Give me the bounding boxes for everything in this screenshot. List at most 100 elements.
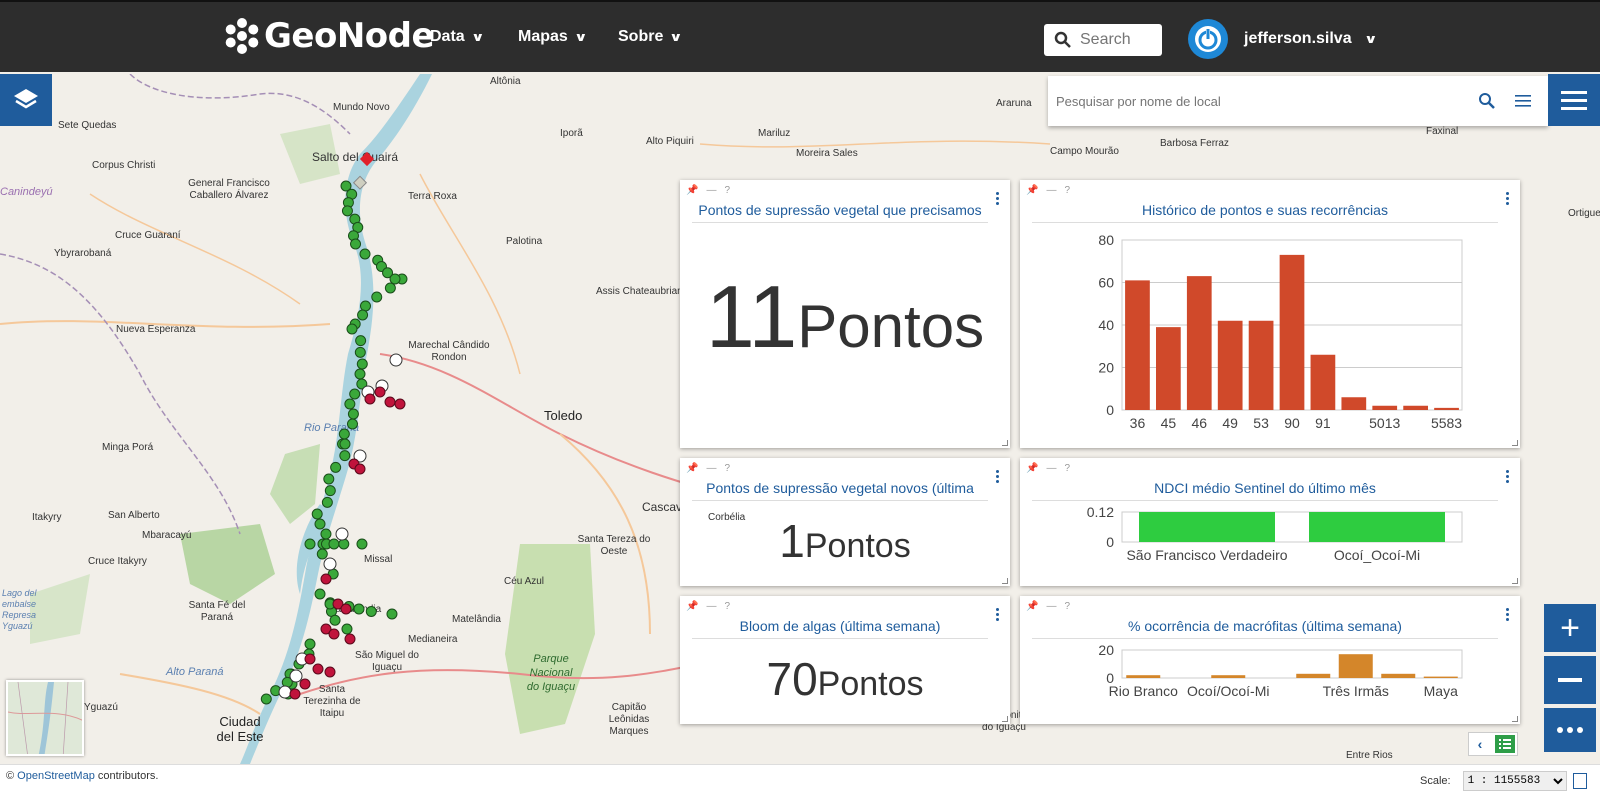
map-point[interactable] [371, 291, 383, 303]
map-point[interactable] [359, 248, 371, 260]
map-point[interactable] [353, 603, 365, 615]
map-point[interactable] [359, 300, 371, 312]
chart-bar[interactable] [1381, 673, 1416, 678]
chart-bar[interactable] [1186, 276, 1212, 410]
map-point-alert[interactable] [340, 603, 352, 615]
chart-bar[interactable] [1338, 654, 1373, 678]
map-point[interactable] [384, 282, 396, 294]
zoom-in-button[interactable]: + [1544, 604, 1596, 652]
help-icon[interactable]: ? [724, 185, 730, 196]
map-point[interactable] [314, 518, 326, 530]
map-marker-diamond[interactable] [352, 175, 368, 190]
chevron-left-icon[interactable]: ‹ [1469, 736, 1491, 752]
map-point[interactable] [346, 323, 358, 335]
map-point-cluster[interactable] [335, 527, 349, 541]
map-point[interactable] [341, 205, 353, 217]
map-point[interactable] [338, 538, 350, 550]
map-point[interactable] [357, 309, 369, 321]
nav-mapas[interactable]: Mapas ∨ [518, 28, 587, 46]
map-point-alert[interactable] [289, 688, 301, 700]
widget-menu-button[interactable] [996, 192, 1000, 205]
map-point[interactable] [328, 538, 340, 550]
help-icon[interactable]: ? [724, 463, 730, 474]
minimize-icon[interactable]: — [706, 601, 716, 612]
map-point[interactable] [316, 548, 328, 560]
osm-link[interactable]: OpenStreetMap [17, 770, 95, 782]
map-point-cluster[interactable] [289, 669, 303, 683]
chart-macrofitas[interactable]: 020Rio Branco Ocoí/Ocoí-Mi Três Irmãs Maya [1020, 596, 1520, 724]
resize-handle[interactable] [1002, 716, 1008, 722]
resize-handle[interactable] [1512, 578, 1518, 584]
map-point-alert[interactable] [299, 678, 311, 690]
brand-logo[interactable]: GeoNode [222, 16, 435, 56]
map-point-alert[interactable] [394, 398, 406, 410]
minimize-icon[interactable]: — [706, 185, 716, 196]
chart-bar[interactable] [1423, 676, 1458, 678]
map-point-cluster[interactable] [389, 353, 403, 367]
map-point[interactable] [354, 368, 366, 380]
map-point[interactable] [386, 608, 398, 620]
chart-bar[interactable] [1372, 405, 1398, 410]
overview-minimap[interactable] [6, 680, 84, 756]
chart-historico[interactable]: 0 20 40 60 80 36 45 46 49 53 90 91 5013 5583 [1020, 180, 1520, 448]
search-icon[interactable] [1472, 86, 1502, 116]
list-icon[interactable] [1508, 86, 1538, 116]
map-point[interactable] [311, 508, 323, 520]
map-point-alert[interactable] [304, 653, 316, 665]
map-point[interactable] [338, 428, 350, 440]
minimize-icon[interactable]: — [706, 463, 716, 474]
nav-data[interactable]: Data ∨ [430, 28, 484, 46]
map-point[interactable] [347, 408, 359, 420]
map-point-alert[interactable] [328, 628, 340, 640]
widget-menu-button[interactable] [996, 608, 1000, 621]
map-point[interactable] [339, 438, 351, 450]
nav-sobre[interactable]: Sobre ∨ [618, 28, 683, 46]
list-toggle-icon[interactable] [1495, 735, 1515, 753]
chart-bar[interactable] [1434, 407, 1459, 410]
map-point[interactable] [329, 614, 341, 626]
chart-bar[interactable] [1217, 320, 1243, 410]
zoom-out-button[interactable] [1544, 656, 1596, 704]
map-point[interactable] [323, 473, 335, 485]
burger-menu-button[interactable] [1548, 74, 1600, 126]
map-point[interactable] [356, 538, 368, 550]
scale-select[interactable]: 1 : 1155583 [1462, 771, 1567, 791]
help-icon[interactable]: ? [724, 601, 730, 612]
chart-bar[interactable] [1211, 675, 1246, 678]
map-point-cluster[interactable] [278, 685, 292, 699]
map-point[interactable] [339, 450, 351, 462]
map-point[interactable] [341, 623, 353, 635]
resize-handle[interactable] [1512, 716, 1518, 722]
map-point-alert[interactable] [320, 573, 332, 585]
map-point-alert[interactable] [344, 633, 356, 645]
map-point[interactable] [350, 238, 362, 250]
chart-bar[interactable] [1296, 673, 1331, 678]
map-point-alert[interactable] [374, 386, 386, 398]
map-point[interactable] [304, 638, 316, 650]
map-point-alert[interactable] [384, 396, 396, 408]
chart-bar[interactable] [1341, 397, 1367, 410]
map-point[interactable] [260, 693, 272, 705]
chart-bar[interactable] [1279, 254, 1305, 410]
chart-bar[interactable] [1156, 327, 1181, 410]
pin-icon[interactable]: 📌 [686, 185, 698, 196]
map-point[interactable] [354, 346, 366, 358]
search-input[interactable] [1080, 31, 1154, 49]
pin-icon[interactable]: 📌 [686, 601, 698, 612]
widget-menu-button[interactable] [996, 470, 1000, 483]
resize-handle[interactable] [1002, 578, 1008, 584]
map-point-alert[interactable] [324, 666, 336, 678]
print-icon[interactable] [1572, 773, 1587, 789]
chart-ndci[interactable]: 0 0.12 São Francisco Verdadeiro Ocoí_Ocoí-M… [1020, 458, 1520, 586]
map-point[interactable] [320, 528, 332, 540]
map-point-cluster[interactable] [323, 557, 337, 571]
map-point[interactable] [365, 606, 377, 617]
map-marker-diamond[interactable] [359, 151, 375, 167]
chart-bar[interactable] [1125, 280, 1150, 410]
map-point-alert[interactable] [364, 393, 376, 405]
map-point[interactable] [346, 418, 358, 430]
more-options-button[interactable] [1544, 708, 1596, 752]
map-point-alert[interactable] [354, 463, 366, 475]
chart-bar[interactable] [1310, 354, 1336, 410]
layers-button[interactable] [0, 74, 52, 126]
